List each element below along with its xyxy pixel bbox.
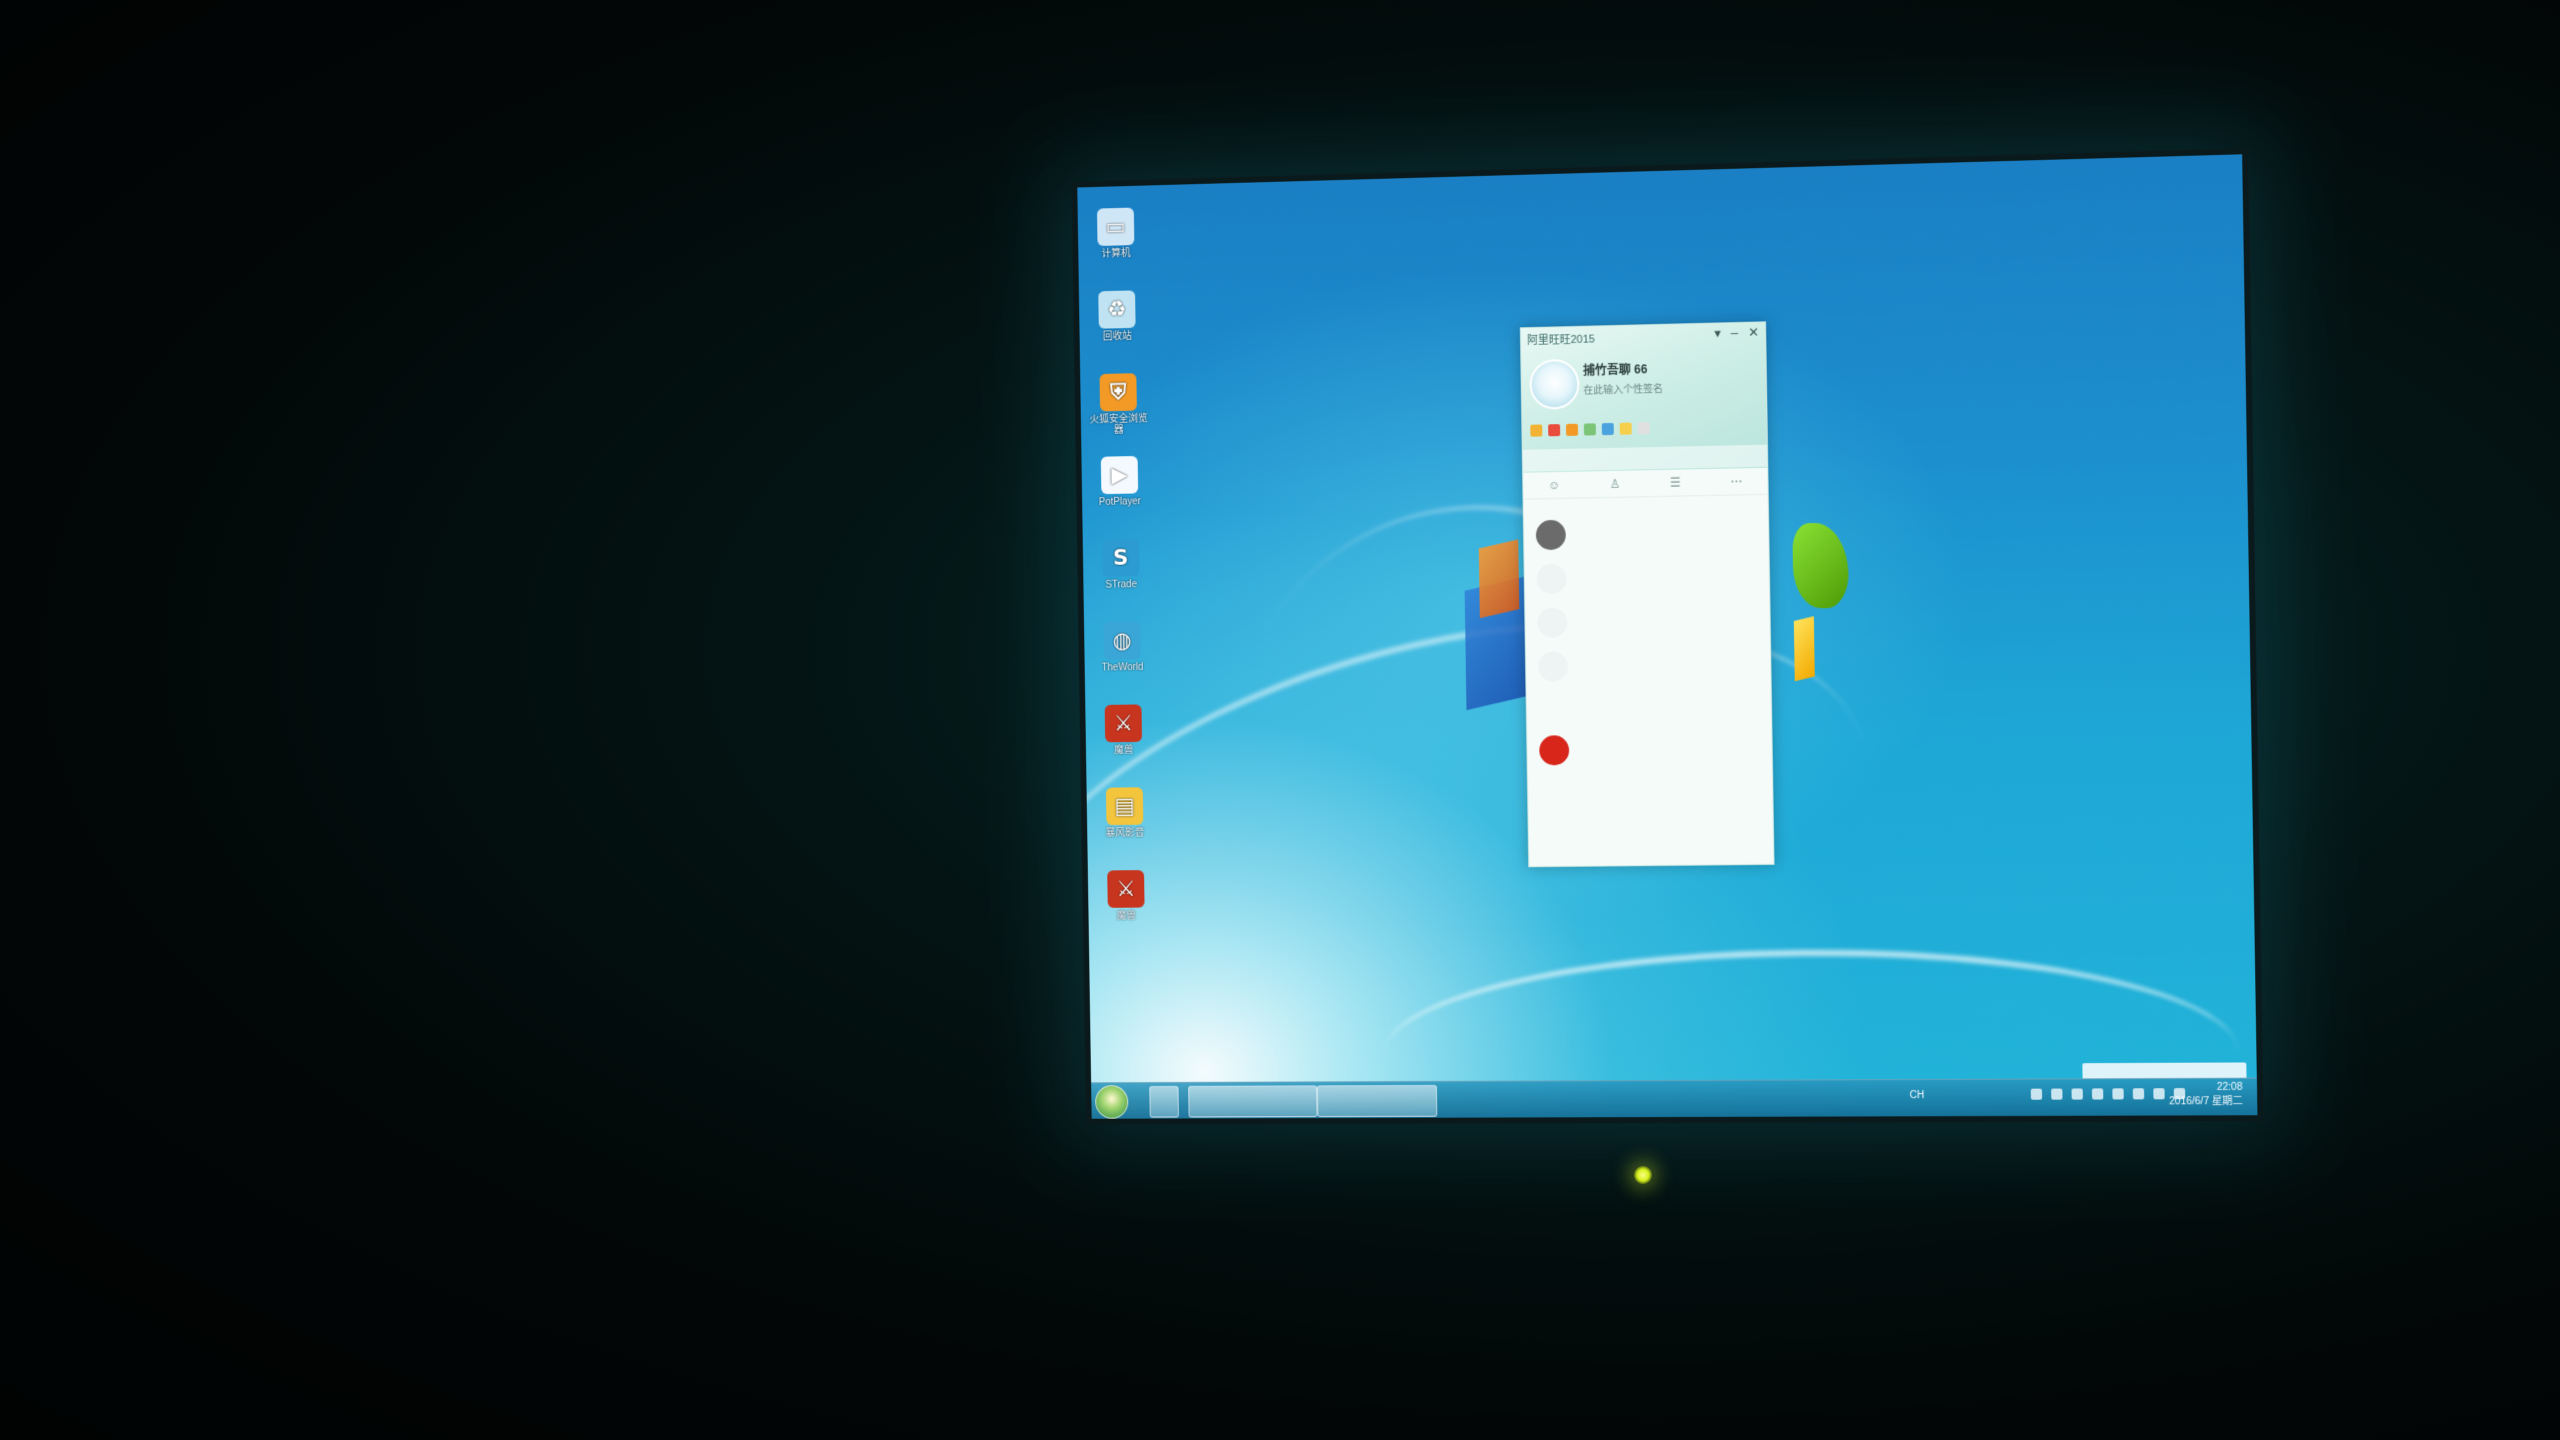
folder-icon: ▤ bbox=[1106, 787, 1143, 825]
windows-desktop: ▭ 计算机 ♻ 回收站 ⛨ 火狐安全浏览器 ▶ PotPlayer S STrade ◍ TheWor… bbox=[1077, 154, 2257, 1118]
app-shortcut-icon[interactable] bbox=[1638, 422, 1650, 434]
tray-flag-icon[interactable] bbox=[2133, 1088, 2144, 1099]
tray-security-icon[interactable] bbox=[2072, 1088, 2083, 1099]
taskbar-button-explorer[interactable] bbox=[1149, 1086, 1179, 1118]
taskbar-clock[interactable]: 22:08 2016/6/7 星期二 bbox=[2169, 1081, 2243, 1110]
tray-volume-icon[interactable] bbox=[2153, 1088, 2164, 1099]
strade-icon: S bbox=[1102, 539, 1139, 577]
minimize-button[interactable]: – bbox=[1731, 325, 1738, 341]
contact-tab[interactable]: ⋯ bbox=[1730, 474, 1742, 488]
app-shortcut-icon[interactable] bbox=[1620, 423, 1632, 435]
contact-row[interactable] bbox=[1525, 597, 1770, 645]
windows-logo-yellow bbox=[1794, 616, 1815, 681]
app-shortcut-icon[interactable] bbox=[1602, 423, 1614, 435]
contact-row[interactable] bbox=[1524, 553, 1769, 601]
window-controls: ▾ – ✕ bbox=[1714, 325, 1759, 342]
system-tray bbox=[2031, 1088, 2185, 1100]
contact-avatar bbox=[1536, 520, 1566, 550]
contact-avatar bbox=[1536, 564, 1566, 594]
taskbar-button-chat[interactable] bbox=[1317, 1085, 1437, 1117]
desktop-icon[interactable]: ⛨ 火狐安全浏览器 bbox=[1084, 369, 1153, 453]
tray-update-icon[interactable] bbox=[2092, 1088, 2103, 1099]
app-shortcut-row bbox=[1530, 422, 1649, 437]
game-hero-icon-1: ⚔ bbox=[1105, 704, 1142, 742]
desktop-icon[interactable]: ▭ 计算机 bbox=[1081, 203, 1150, 288]
contact-tab[interactable]: ♙ bbox=[1610, 477, 1621, 491]
desktop-icon[interactable]: ⚔ 魔兽 bbox=[1089, 700, 1158, 784]
desktop-icon[interactable]: ◍ TheWorld bbox=[1088, 617, 1157, 701]
app-shortcut-icon[interactable] bbox=[1566, 424, 1578, 436]
contact-row[interactable] bbox=[1524, 509, 1769, 558]
clock-date: 2016/6/7 星期二 bbox=[2169, 1095, 2243, 1109]
desktop-icon-column: ▭ 计算机 ♻ 回收站 ⛨ 火狐安全浏览器 ▶ PotPlayer S STrade ◍ TheWor… bbox=[1081, 203, 1170, 949]
potplayer-icon: ▶ bbox=[1101, 456, 1138, 494]
recycle-bin-icon: ♻ bbox=[1098, 290, 1135, 328]
contact-avatar bbox=[1539, 735, 1569, 765]
user-avatar[interactable] bbox=[1529, 359, 1579, 410]
monitor: ▭ 计算机 ♻ 回收站 ⛨ 火狐安全浏览器 ▶ PotPlayer S STrade ◍ TheWor… bbox=[1071, 148, 2263, 1125]
taskbar: CH 22:08 2016/6/7 星期二 bbox=[1091, 1078, 2257, 1119]
tray-keyboard-icon[interactable] bbox=[2031, 1089, 2042, 1100]
desktop-icon-label: 回收站 bbox=[1103, 331, 1132, 343]
windows-logo-green bbox=[1792, 522, 1849, 608]
tray-network-icon[interactable] bbox=[2112, 1088, 2123, 1099]
desktop-icon[interactable]: ▶ PotPlayer bbox=[1085, 452, 1154, 536]
desktop-icon-label: 火狐安全浏览器 bbox=[1086, 413, 1152, 436]
desktop-icon[interactable]: ⚔ 魔兽 bbox=[1092, 866, 1161, 949]
contact-tab[interactable]: ☰ bbox=[1670, 476, 1681, 490]
desktop-icon-label: TheWorld bbox=[1101, 662, 1143, 673]
desktop-icon[interactable]: ♻ 回收站 bbox=[1083, 286, 1152, 370]
taskbar-button-browser[interactable] bbox=[1188, 1085, 1317, 1117]
chat-client-header: 阿里旺旺2015 ▾ – ✕ 捕竹吾聊 66 在此输入个性签名 bbox=[1521, 322, 1767, 472]
user-signature[interactable]: 在此输入个性签名 bbox=[1583, 380, 1663, 397]
desktop-icon-label: 魔兽 bbox=[1114, 745, 1134, 756]
tray-chat-icon[interactable] bbox=[2051, 1089, 2062, 1100]
contact-avatar bbox=[1537, 608, 1567, 638]
contact-avatar bbox=[1538, 651, 1568, 681]
contact-row[interactable] bbox=[1527, 725, 1772, 772]
chat-client-window[interactable]: 阿里旺旺2015 ▾ – ✕ 捕竹吾聊 66 在此输入个性签名 ☺ ♙ ☰ ⋯ bbox=[1520, 321, 1775, 867]
app-shortcut-icon[interactable] bbox=[1584, 423, 1596, 435]
desktop-icon-label: 计算机 bbox=[1101, 248, 1130, 260]
contact-list bbox=[1524, 495, 1773, 777]
desktop-icon[interactable]: S STrade bbox=[1087, 535, 1156, 619]
shield-browser-icon: ⛨ bbox=[1100, 373, 1137, 411]
power-led bbox=[1634, 1166, 1652, 1184]
user-nickname[interactable]: 捕竹吾聊 66 bbox=[1583, 360, 1648, 378]
language-indicator[interactable]: CH bbox=[1910, 1090, 1925, 1101]
desktop-icon-label: PotPlayer bbox=[1099, 496, 1141, 508]
clock-time: 22:08 bbox=[2169, 1081, 2243, 1095]
dropdown-icon[interactable]: ▾ bbox=[1714, 325, 1721, 341]
desktop-icon-label: 魔兽 bbox=[1117, 911, 1137, 922]
windows-logo-orange bbox=[1479, 539, 1520, 618]
contact-tab[interactable]: ☺ bbox=[1548, 478, 1560, 492]
app-shortcut-icon[interactable] bbox=[1530, 424, 1542, 436]
computer-icon: ▭ bbox=[1097, 208, 1134, 246]
game-hero-icon-2: ⚔ bbox=[1107, 870, 1144, 908]
desktop-icon-label: 暴风影音 bbox=[1106, 828, 1145, 839]
chat-client-title: 阿里旺旺2015 bbox=[1527, 330, 1595, 348]
desktop-icon[interactable]: ▤ 暴风影音 bbox=[1090, 783, 1159, 867]
theworld-globe-icon: ◍ bbox=[1103, 622, 1140, 660]
desktop-icon-label: STrade bbox=[1105, 579, 1137, 590]
app-shortcut-icon[interactable] bbox=[1548, 424, 1560, 436]
start-button[interactable] bbox=[1095, 1085, 1128, 1119]
contact-search-input[interactable] bbox=[1523, 445, 1768, 472]
contact-row[interactable] bbox=[1526, 641, 1771, 689]
close-button[interactable]: ✕ bbox=[1748, 325, 1759, 341]
